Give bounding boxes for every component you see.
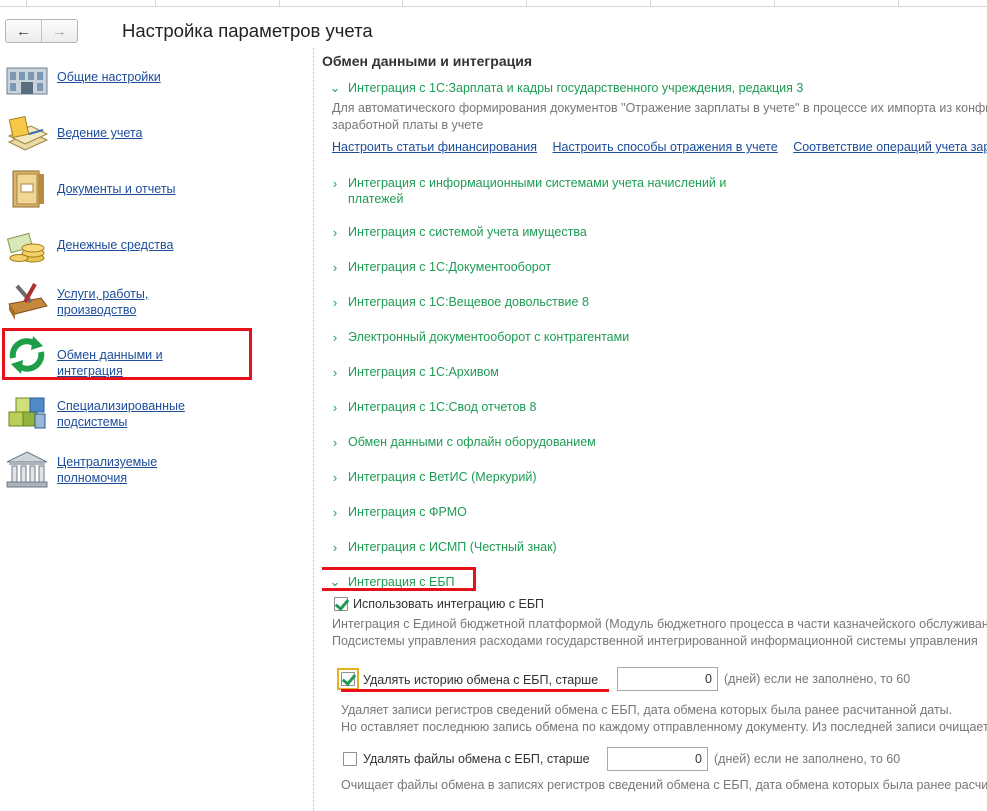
sidebar-item-subsystems[interactable]: Специализированные подсистемы [2, 386, 252, 438]
binder-icon [12, 170, 44, 208]
chevron-right-icon: › [332, 175, 338, 191]
cubes-icon [8, 397, 46, 429]
delete-history-checkbox[interactable] [341, 672, 355, 686]
group-offline[interactable]: › Обмен данными с офлайн оборудованием [328, 434, 596, 454]
sidebar-item-label: Централизуемые полномочия [57, 455, 158, 485]
link-financing-items[interactable]: Настроить статьи финансирования [332, 140, 537, 154]
building-icon [6, 67, 48, 95]
sidebar-item-money[interactable]: Денежные средства [2, 218, 252, 270]
chevron-down-icon: ⌄ [329, 80, 341, 95]
delete-history-label: Удалять историю обмена с ЕБП, старше [363, 673, 599, 687]
zkgu-description-line2: заработной платы в учете [332, 118, 484, 132]
zkgu-links: Настроить статьи финансирования Настроит… [332, 140, 987, 154]
coins-icon [6, 232, 45, 263]
group-label: Интеграция с ВетИС (Меркурий) [348, 470, 537, 484]
group-label: Электронный документооборот с контрагент… [348, 330, 630, 344]
ledger-icon [7, 115, 49, 151]
forward-button[interactable]: → [41, 20, 77, 42]
sidebar-item-data-exchange[interactable]: Обмен данными и интеграция [2, 328, 252, 380]
history-description-line2: Но оставляет последнюю запись обмена по … [341, 720, 987, 734]
page-title: Настройка параметров учета [122, 20, 373, 41]
highlight-underline [341, 689, 609, 692]
sidebar-item-centralized[interactable]: Централизуемые полномочия [2, 442, 252, 494]
chevron-right-icon: › [332, 539, 338, 555]
chevron-right-icon: › [332, 329, 338, 345]
group-docflow[interactable]: › Интеграция с 1С:Документооборот [328, 259, 551, 279]
group-archive[interactable]: › Интеграция с 1С:Архивом [328, 364, 499, 384]
group-edo[interactable]: › Электронный документооборот с контраге… [328, 329, 629, 349]
group-label: Интеграция с системой учета имущества [348, 225, 587, 239]
group-label: Интеграция с 1С:Вещевое довольствие 8 [348, 295, 589, 309]
group-reports[interactable]: › Интеграция с 1С:Свод отчетов 8 [328, 399, 537, 419]
sidebar-item-label: Обмен данными и интеграция [57, 348, 163, 378]
group-zkgu[interactable]: ⌄ Интеграция с 1С:Зарплата и кадры госуд… [328, 80, 804, 100]
group-label: Интеграция с 1С:Свод отчетов 8 [348, 400, 537, 414]
bank-icon [6, 451, 48, 488]
sidebar-item-label: Ведение учета [57, 126, 143, 140]
link-reflection-methods[interactable]: Настроить способы отражения в учете [553, 140, 778, 154]
chevron-right-icon: › [332, 399, 338, 415]
sync-icon [9, 336, 45, 374]
sidebar-item-label: Общие настройки [57, 70, 161, 84]
back-button[interactable]: ← [6, 20, 41, 42]
group-label: Интеграция с 1С:Архивом [348, 365, 499, 379]
group-property[interactable]: › Интеграция с системой учета имущества [328, 224, 587, 244]
sidebar-item-general[interactable]: Общие настройки [2, 50, 252, 102]
sidebar-item-documents[interactable]: Документы и отчеты [2, 162, 252, 214]
chevron-right-icon: › [332, 294, 338, 310]
zkgu-description-line1: Для автоматического формирования докумен… [332, 101, 987, 115]
chevron-right-icon: › [332, 434, 338, 450]
chevron-right-icon: › [332, 469, 338, 485]
group-label: Интеграция с ИСМП (Честный знак) [348, 540, 557, 554]
use-ebp-checkbox[interactable] [334, 597, 348, 611]
group-clothing[interactable]: › Интеграция с 1С:Вещевое довольствие 8 [328, 294, 589, 314]
link-operations-mapping[interactable]: Соответствие операций учета зарплаты [793, 140, 987, 154]
group-label: Интеграция с ФРМО [348, 505, 467, 519]
nav-buttons: ← → [5, 19, 78, 43]
delete-files-label: Удалять файлы обмена с ЕБП, старше [363, 752, 590, 766]
group-label: Интеграция с информационными системами у… [348, 176, 727, 206]
group-label: Обмен данными с офлайн оборудованием [348, 435, 596, 449]
ebp-description-line2: Подсистемы управления расходами государс… [332, 634, 978, 648]
sidebar-item-label: Документы и отчеты [57, 182, 176, 196]
sidebar-item-label: Специализированные подсистемы [57, 399, 185, 429]
sidebar-item-services[interactable]: Услуги, работы, производство [2, 274, 252, 326]
main-content: Обмен данными и интеграция ⌄ Интеграция … [322, 48, 987, 811]
chevron-right-icon: › [332, 364, 338, 380]
ebp-description-line1: Интеграция с Единой бюджетной платформой… [332, 617, 987, 631]
sidebar-item-label: Услуги, работы, производство [57, 287, 149, 317]
history-description-line1: Удаляет записи регистров сведений обмена… [341, 703, 953, 717]
highlight-ebp-group [322, 567, 476, 591]
group-label: Интеграция с 1С:Документооборот [348, 260, 552, 274]
group-ismp[interactable]: › Интеграция с ИСМП (Честный знак) [328, 539, 557, 559]
use-ebp-label: Использовать интеграцию с ЕБП [353, 597, 545, 611]
chevron-right-icon: › [332, 259, 338, 275]
delete-files-checkbox[interactable] [343, 752, 357, 766]
group-label: Интеграция с 1С:Зарплата и кадры государ… [348, 81, 804, 95]
top-strip [0, 0, 987, 7]
group-frmo[interactable]: › Интеграция с ФРМО [328, 504, 467, 524]
chevron-right-icon: › [332, 224, 338, 240]
history-days-suffix: (дней) если не заполнено, то 60 [724, 672, 911, 686]
section-title: Обмен данными и интеграция [322, 53, 532, 69]
tools-icon [8, 283, 48, 320]
sidebar: Общие настройки Ведение учета Документы … [0, 48, 255, 498]
sidebar-item-accounting[interactable]: Ведение учета [2, 106, 252, 158]
group-vetis[interactable]: › Интеграция с ВетИС (Меркурий) [328, 469, 537, 489]
files-description-line1: Очищает файлы обмена в записях регистров… [341, 778, 987, 792]
sidebar-item-label: Денежные средства [57, 238, 174, 252]
files-days-suffix: (дней) если не заполнено, то 60 [714, 752, 901, 766]
group-payments[interactable]: › Интеграция с информационными системами… [328, 175, 727, 209]
files-days-input[interactable] [607, 747, 708, 771]
header: ← → Настройка параметров учета [0, 8, 987, 46]
history-days-input[interactable] [617, 667, 718, 691]
vertical-separator [313, 48, 314, 811]
chevron-right-icon: › [332, 504, 338, 520]
